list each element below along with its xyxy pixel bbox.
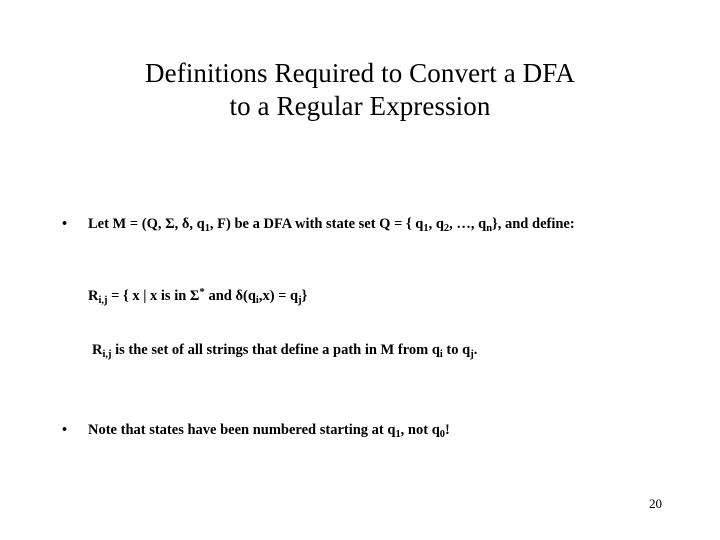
subscript: j xyxy=(298,294,302,306)
text-segment: R xyxy=(88,288,99,304)
subscript: 1 xyxy=(204,222,210,234)
text-segment: , …, q xyxy=(449,216,487,232)
text-segment: } xyxy=(301,288,308,304)
bullet-marker-icon: • xyxy=(62,422,68,438)
subscript: j xyxy=(470,348,474,360)
text-segment: ! xyxy=(444,422,450,438)
text-segment: , q xyxy=(428,216,444,232)
page-number: 20 xyxy=(649,496,662,511)
subscript: n xyxy=(486,222,493,234)
text-segment: Note that states have been numbered star… xyxy=(88,422,396,438)
text-segment: , F) be a DFA with state set Q = { q xyxy=(209,216,424,232)
subscript: 1 xyxy=(395,428,401,440)
text-segment: R xyxy=(92,342,103,358)
formula-r-explanation: Ri,j is the set of all strings that defi… xyxy=(92,341,477,360)
formula-r-definition: Ri,j = { x | x is in Σ* and δ(qi,x) = qj… xyxy=(88,287,307,306)
text-segment: , not q xyxy=(400,422,440,438)
text-segment: is the set of all strings that define a … xyxy=(111,342,440,358)
text-segment: = { x | x is in Σ xyxy=(107,288,200,304)
text-segment: ,x) = q xyxy=(258,288,299,304)
text-segment: and δ(q xyxy=(204,288,256,304)
subscript: 0 xyxy=(439,428,445,440)
subscript: 1 xyxy=(423,222,429,234)
bullet-item-numbering-note-label: Note that states have been numbered star… xyxy=(88,421,622,440)
subscript: 2 xyxy=(443,222,450,234)
superscript: * xyxy=(199,286,205,299)
bullet-item-definition: • Let M = (Q, Σ, δ, q1, F) be a DFA with… xyxy=(62,215,622,234)
text-segment: Let M = (Q, Σ, δ, q xyxy=(88,216,205,232)
slide-body: • Let M = (Q, Σ, δ, q1, F) be a DFA with… xyxy=(0,0,720,540)
bullet-marker-icon: • xyxy=(62,216,68,232)
bullet-item-definition-label: Let M = (Q, Σ, δ, q1, F) be a DFA with s… xyxy=(88,215,622,234)
bullet-item-numbering-note: • Note that states have been numbered st… xyxy=(62,421,622,440)
subscript: i xyxy=(255,294,259,306)
subscript: i,j xyxy=(102,348,112,360)
text-segment: to q xyxy=(442,342,471,358)
subscript: i,j xyxy=(98,294,108,306)
slide-canvas: Definitions Required to Convert a DFA to… xyxy=(0,0,720,540)
text-segment: . xyxy=(473,342,478,358)
subscript: i xyxy=(439,348,443,360)
text-segment: }, and define: xyxy=(492,216,575,232)
